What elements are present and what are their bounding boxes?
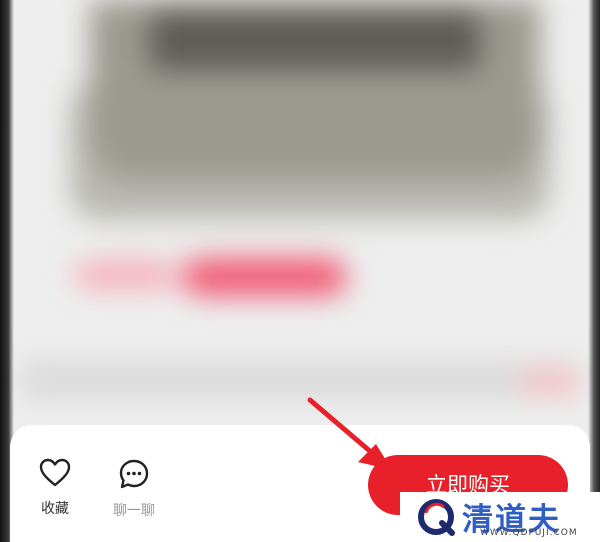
chat-bubble-icon: [119, 459, 149, 489]
price-value-blurred: [182, 258, 347, 296]
favorite-label: 收藏: [41, 501, 69, 517]
promo-tag-blurred: [520, 370, 580, 394]
chat-button[interactable]: 聊一聊: [104, 458, 164, 520]
favorite-button[interactable]: 收藏: [25, 458, 85, 518]
heart-icon: [39, 458, 71, 487]
watermark-url: WWW.QDFUJI.COM: [480, 528, 578, 538]
product-screen: [150, 10, 480, 70]
chat-label: 聊一聊: [113, 503, 155, 519]
price-tag-blurred: [75, 262, 175, 288]
watermark-logo-icon: [418, 499, 455, 536]
watermark: 清道夫 WWW.QDFUJI.COM: [400, 492, 600, 542]
pointer-arrow-icon: [307, 397, 392, 470]
